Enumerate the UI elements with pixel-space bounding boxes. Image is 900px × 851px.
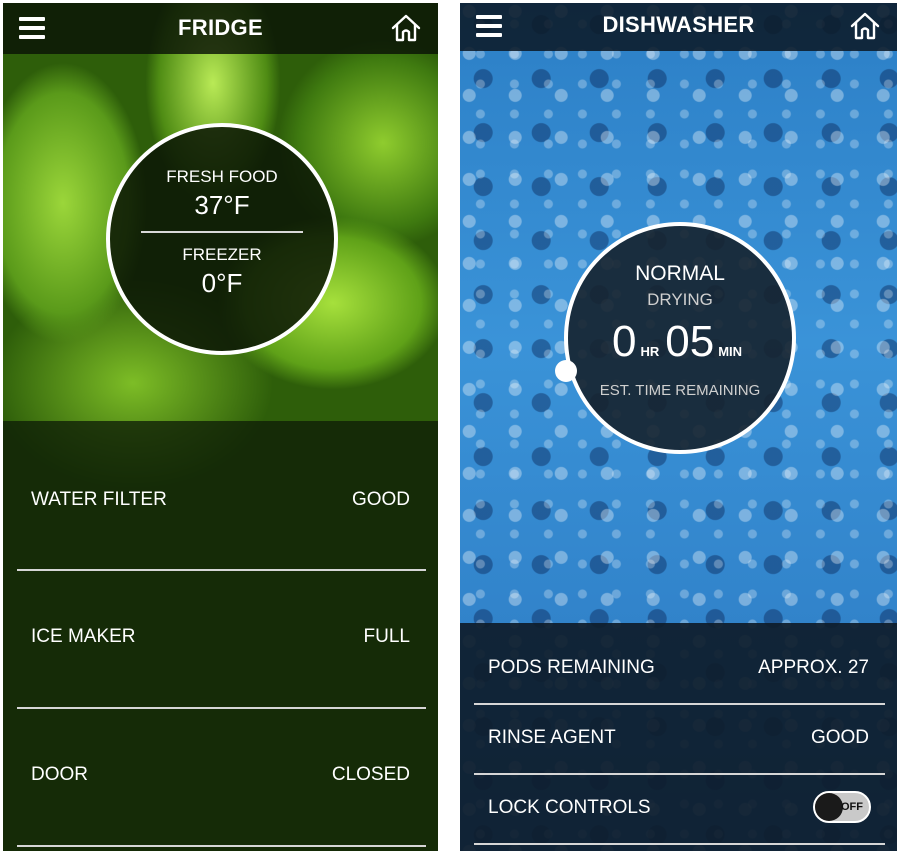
lock-controls-label: LOCK CONTROLS xyxy=(488,797,651,818)
cycle-name: NORMAL xyxy=(635,262,725,285)
minutes-unit: MIN xyxy=(718,344,743,359)
status-value: CLOSED xyxy=(331,764,410,785)
fresh-food-label: FRESH FOOD xyxy=(166,167,278,186)
status-list: WATER FILTER GOOD ICE MAKER FULL DOOR CL… xyxy=(3,421,438,851)
status-row-water-filter[interactable]: WATER FILTER GOOD xyxy=(17,421,426,571)
lock-controls-row: LOCK CONTROLS OFF xyxy=(474,775,885,845)
status-row-door[interactable]: DOOR CLOSED xyxy=(17,709,426,847)
dishwasher-screen: DISHWASHER NORMAL DRYING 0 HR 05 MIN EST. T… xyxy=(460,3,897,851)
page-title: DISHWASHER xyxy=(602,12,755,37)
home-icon[interactable] xyxy=(390,13,422,43)
freezer-temperature: 0°F xyxy=(201,268,243,298)
hours-value: 0 xyxy=(611,317,637,366)
status-row-rinse-agent[interactable]: RINSE AGENT GOOD xyxy=(474,705,885,775)
toggle-state: OFF xyxy=(841,801,863,813)
status-row-pods-remaining[interactable]: PODS REMAINING APPROX. 27 xyxy=(474,623,885,705)
time-remaining: 0 HR 05 MIN xyxy=(568,320,792,374)
freezer-label: FREEZER xyxy=(182,245,262,264)
top-bar: DISHWASHER xyxy=(460,3,897,51)
status-label: DOOR xyxy=(31,764,88,785)
status-value: GOOD xyxy=(351,489,410,510)
cycle-phase: DRYING xyxy=(647,290,713,309)
status-value: APPROX. 27 xyxy=(758,657,869,678)
temperature-dial[interactable]: FRESH FOOD 37°F FREEZER 0°F xyxy=(106,123,338,355)
fridge-screen: FRIDGE FRESH FOOD 37°F FREEZER 0°F WATER… xyxy=(3,3,438,851)
status-label: PODS REMAINING xyxy=(488,657,655,678)
fresh-food-temperature: 37°F xyxy=(194,190,250,220)
lock-controls-toggle[interactable]: OFF xyxy=(813,791,871,823)
status-label: ICE MAKER xyxy=(31,626,136,647)
status-row-ice-maker[interactable]: ICE MAKER FULL xyxy=(17,571,426,709)
time-remaining-caption: EST. TIME REMAINING xyxy=(599,382,761,399)
minutes-value: 05 xyxy=(665,317,715,366)
top-bar: FRIDGE xyxy=(3,3,438,54)
status-value: GOOD xyxy=(810,727,869,748)
page-title: FRIDGE xyxy=(178,15,263,40)
home-icon[interactable] xyxy=(849,11,881,41)
status-value: FULL xyxy=(363,626,410,647)
toggle-knob xyxy=(815,793,843,821)
status-label: RINSE AGENT xyxy=(488,727,616,748)
hours-unit: HR xyxy=(640,344,660,359)
progress-indicator-handle xyxy=(555,360,577,382)
cycle-progress-dial[interactable]: NORMAL DRYING 0 HR 05 MIN EST. TIME REMAINI… xyxy=(564,222,796,454)
dial-divider xyxy=(141,231,303,233)
status-label: WATER FILTER xyxy=(31,489,167,510)
status-list: PODS REMAINING APPROX. 27 RINSE AGENT GO… xyxy=(460,623,897,851)
